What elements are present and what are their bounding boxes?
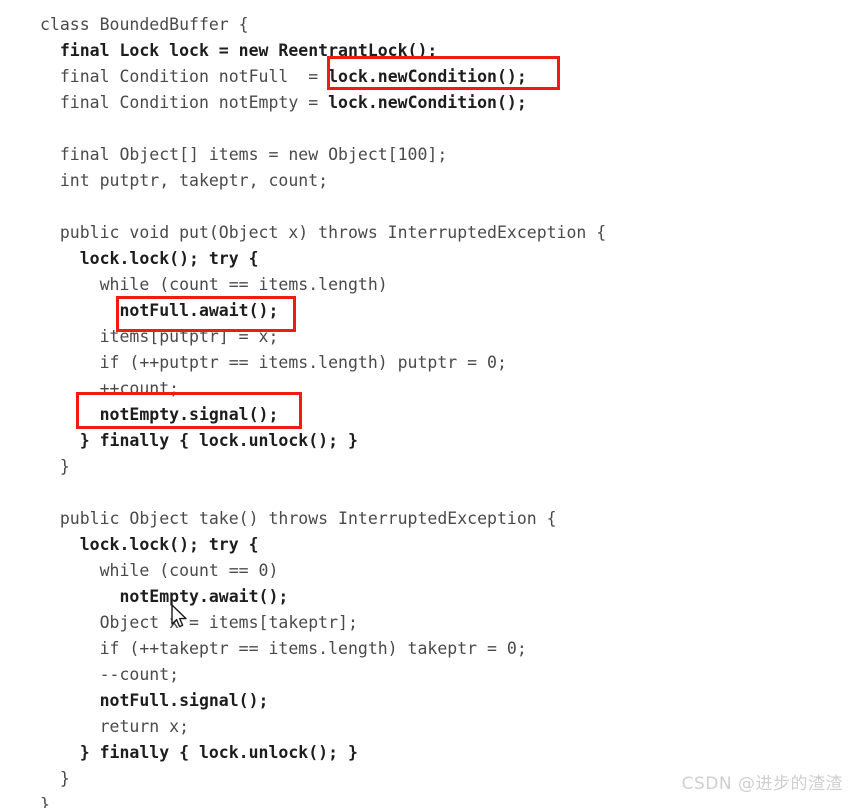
code-line: final Condition notEmpty = lock.newCondi… bbox=[40, 90, 840, 116]
code-token-emphasis: notFull.await(); bbox=[40, 301, 279, 320]
code-line: int putptr, takeptr, count; bbox=[40, 168, 840, 194]
code-token-emphasis: lock.lock(); try { bbox=[40, 535, 259, 554]
code-token: if (++putptr == items.length) putptr = 0… bbox=[40, 353, 507, 372]
code-token: } bbox=[40, 795, 50, 808]
java-code-block: class BoundedBuffer { final Lock lock = … bbox=[40, 12, 840, 808]
code-token: return x; bbox=[40, 717, 190, 736]
code-line: public void put(Object x) throws Interru… bbox=[40, 220, 840, 246]
code-token: } bbox=[40, 769, 70, 788]
code-token: while (count == 0) bbox=[40, 561, 279, 580]
code-token: int putptr, takeptr, count; bbox=[40, 171, 329, 190]
code-line: public Object take() throws InterruptedE… bbox=[40, 506, 840, 532]
code-token-emphasis: lock.newCondition(); bbox=[328, 67, 527, 86]
code-line: return x; bbox=[40, 714, 840, 740]
code-line: lock.lock(); try { bbox=[40, 246, 840, 272]
code-line: Object x = items[takeptr]; bbox=[40, 610, 840, 636]
code-token: final Condition notFull = bbox=[40, 67, 329, 86]
code-token: ++count; bbox=[40, 379, 180, 398]
code-token-emphasis: } finally { lock.unlock(); } bbox=[40, 431, 358, 450]
code-line: } bbox=[40, 792, 840, 808]
code-line: notFull.await(); bbox=[40, 298, 840, 324]
code-token-emphasis: lock.lock(); try { bbox=[40, 249, 259, 268]
code-token: public void put(Object x) throws Interru… bbox=[40, 223, 607, 242]
code-token-emphasis: notEmpty.signal(); bbox=[40, 405, 279, 424]
code-line: final Object[] items = new Object[100]; bbox=[40, 142, 840, 168]
code-token: if (++takeptr == items.length) takeptr =… bbox=[40, 639, 527, 658]
code-token: Object x = items[takeptr]; bbox=[40, 613, 358, 632]
code-line: while (count == items.length) bbox=[40, 272, 840, 298]
code-line: } bbox=[40, 454, 840, 480]
code-line: class BoundedBuffer { bbox=[40, 12, 840, 38]
code-screenshot: class BoundedBuffer { final Lock lock = … bbox=[0, 0, 859, 808]
code-token: public Object take() throws InterruptedE… bbox=[40, 509, 557, 528]
code-line: final Lock lock = new ReentrantLock(); bbox=[40, 38, 840, 64]
code-token-emphasis: notFull.signal(); bbox=[40, 691, 269, 710]
code-line: final Condition notFull = lock.newCondit… bbox=[40, 64, 840, 90]
code-token: final Object[] items = new Object[100]; bbox=[40, 145, 448, 164]
code-line: ++count; bbox=[40, 376, 840, 402]
code-line: } finally { lock.unlock(); } bbox=[40, 428, 840, 454]
code-token: final Condition notEmpty = bbox=[40, 93, 329, 112]
csdn-watermark: CSDN @进步的渣渣 bbox=[681, 774, 843, 794]
code-line: lock.lock(); try { bbox=[40, 532, 840, 558]
code-line: } finally { lock.unlock(); } bbox=[40, 740, 840, 766]
code-token: while (count == items.length) bbox=[40, 275, 388, 294]
code-token: class BoundedBuffer { bbox=[40, 15, 249, 34]
code-line: --count; bbox=[40, 662, 840, 688]
code-line: items[putptr] = x; bbox=[40, 324, 840, 350]
code-line: notEmpty.await(); bbox=[40, 584, 840, 610]
code-token: --count; bbox=[40, 665, 180, 684]
code-line: if (++takeptr == items.length) takeptr =… bbox=[40, 636, 840, 662]
code-line: notFull.signal(); bbox=[40, 688, 840, 714]
code-line: if (++putptr == items.length) putptr = 0… bbox=[40, 350, 840, 376]
code-token-emphasis: final Lock lock = new ReentrantLock(); bbox=[40, 41, 438, 60]
code-token: } bbox=[40, 457, 70, 476]
code-token-emphasis: lock.newCondition(); bbox=[328, 93, 527, 112]
code-token-emphasis: notEmpty.await(); bbox=[40, 587, 289, 606]
code-line: while (count == 0) bbox=[40, 558, 840, 584]
code-token-emphasis: } finally { lock.unlock(); } bbox=[40, 743, 358, 762]
code-line: notEmpty.signal(); bbox=[40, 402, 840, 428]
code-token: items[putptr] = x; bbox=[40, 327, 279, 346]
